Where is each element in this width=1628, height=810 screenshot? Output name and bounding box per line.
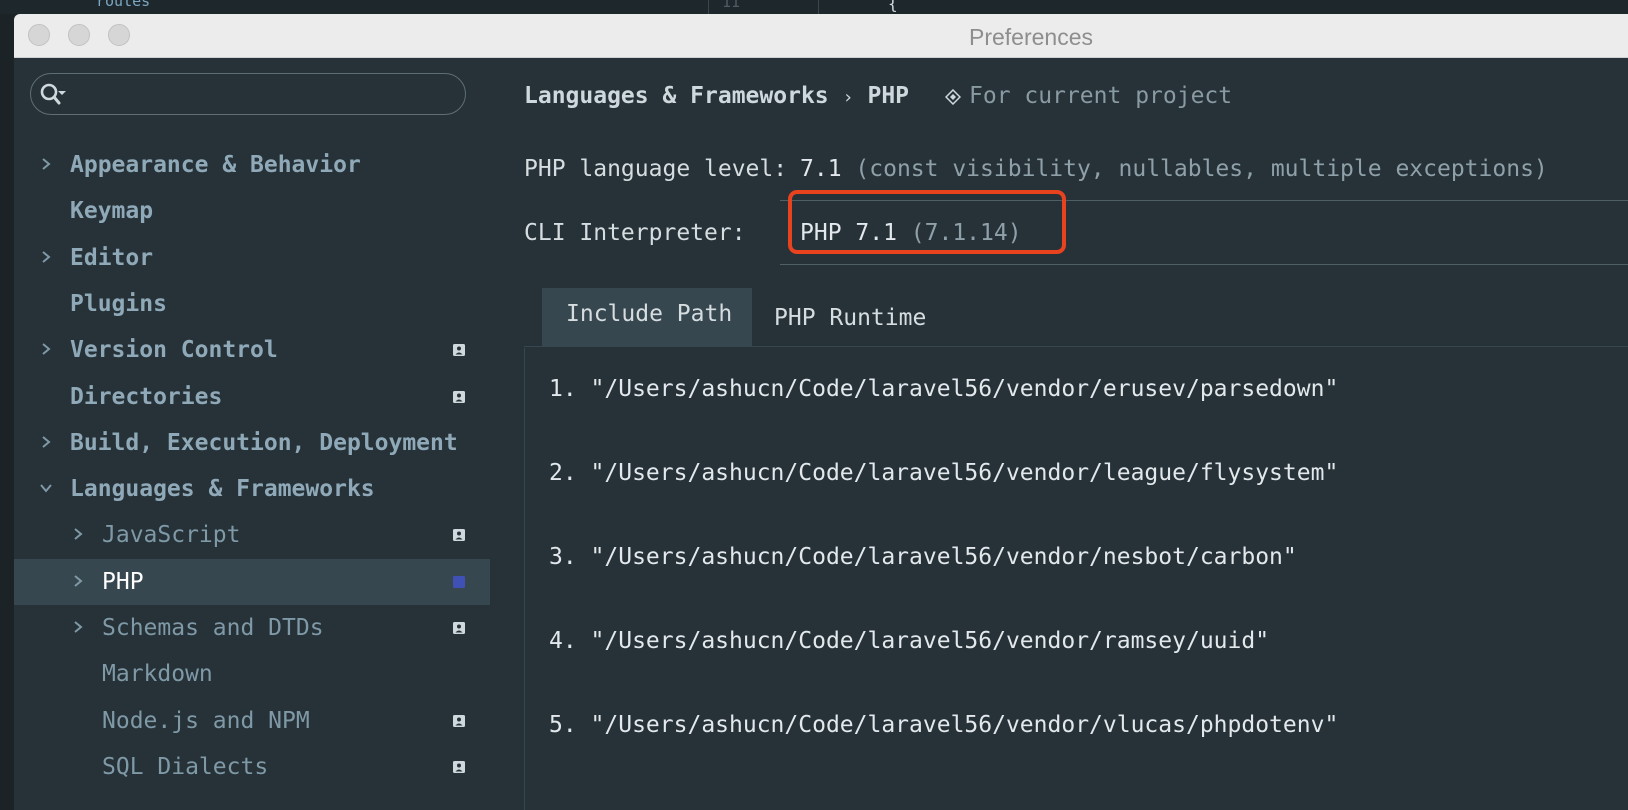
sidebar-item-label: SQL Dialects: [102, 753, 269, 780]
preferences-window: Preferences Appearance & Behavior Keymap E…: [14, 14, 1628, 810]
breadcrumb: Languages & Frameworks › PHP For current pr…: [524, 78, 1232, 114]
tabs-bar: Include Path PHP Runtime: [524, 288, 1628, 347]
sidebar-item-label: Languages & Frameworks: [70, 476, 375, 503]
sidebar-item-php[interactable]: PHP: [14, 558, 490, 605]
sidebar-item-editor[interactable]: Editor: [14, 235, 490, 281]
search-icon[interactable]: [39, 82, 67, 106]
cli-interpreter-underline: [780, 264, 1628, 265]
breadcrumb-current: PHP: [867, 83, 910, 109]
chevron-right-icon[interactable]: [40, 343, 52, 355]
sidebar-item-build-execution-deployment[interactable]: Build, Execution, Deployment: [14, 420, 490, 466]
language-level-select[interactable]: 7.1 (const visibility, nullables, multip…: [800, 156, 1548, 182]
sidebar-item-label: Markdown: [102, 661, 213, 688]
list-item[interactable]: 5. "/Users/ashucn/Code/laravel56/vendor/…: [549, 712, 1338, 738]
project-scope-icon: [945, 89, 962, 105]
include-path-list[interactable]: 1. "/Users/ashucn/Code/laravel56/vendor/…: [524, 348, 1628, 810]
chevron-right-icon[interactable]: [72, 574, 84, 587]
sidebar-item-version-control[interactable]: Version Control: [14, 327, 490, 373]
chevron-right-icon[interactable]: [72, 528, 84, 541]
cli-interpreter-highlight: [788, 190, 1066, 254]
project-level-icon: [453, 529, 465, 542]
scope-indicator: For current project: [945, 83, 1232, 109]
sidebar-item-label: Node.js and NPM: [102, 707, 310, 734]
tab-include-path-label: Include Path: [566, 301, 733, 327]
window-title: Preferences: [968, 24, 1093, 50]
sidebar-item-label: PHP: [102, 568, 144, 595]
list-item[interactable]: 4. "/Users/ashucn/Code/laravel56/vendor/…: [549, 628, 1269, 654]
tab-php-runtime-label: PHP Runtime: [774, 305, 927, 331]
breadcrumb-separator: ›: [842, 87, 854, 108]
sidebar-item-keymap[interactable]: Keymap: [14, 188, 490, 234]
sidebar-item-javascript[interactable]: JavaScript: [14, 512, 490, 558]
sidebar-item-label: Schemas and DTDs: [102, 615, 324, 641]
sidebar-item-schemas-and-dtds[interactable]: Schemas and DTDs: [14, 605, 490, 651]
sidebar-item-label: Appearance & Behavior: [70, 152, 361, 178]
list-item[interactable]: 1. "/Users/ashucn/Code/laravel56/vendor/…: [549, 376, 1338, 402]
sidebar-item-label: Version Control: [70, 337, 278, 364]
sidebar-item-node-js-and-npm[interactable]: Node.js and NPM: [14, 698, 490, 744]
gutter-divider-2: [818, 0, 819, 14]
tab-include-path[interactable]: Include Path: [542, 288, 752, 346]
list-item[interactable]: 2. "/Users/ashucn/Code/laravel56/vendor/…: [549, 460, 1338, 486]
sidebar-item-label: JavaScript: [102, 522, 241, 549]
search-input[interactable]: [30, 73, 466, 115]
project-level-icon: [453, 344, 465, 357]
project-level-icon: [453, 575, 465, 588]
background-editor: routes 11 {: [0, 0, 1628, 14]
settings-content: Languages & Frameworks › PHP For current pr…: [490, 58, 1628, 810]
sidebar-item-directories[interactable]: Directories: [14, 374, 490, 420]
cli-interpreter-label: CLI Interpreter:: [524, 220, 746, 246]
project-level-icon: [453, 390, 465, 403]
breadcrumb-parent[interactable]: Languages & Frameworks: [524, 83, 829, 109]
sidebar-item-label: Directories: [70, 383, 223, 410]
sidebar-item-label: Editor: [70, 244, 154, 271]
chevron-right-icon[interactable]: [40, 436, 52, 448]
sidebar-item-sql-dialects[interactable]: SQL Dialects: [14, 744, 490, 790]
project-level-icon: [453, 760, 465, 773]
sidebar-item-markdown[interactable]: Markdown: [14, 651, 490, 697]
code-brace: {: [888, 0, 898, 13]
sidebar-item-appearance-behavior[interactable]: Appearance & Behavior: [14, 142, 490, 188]
chevron-down-icon[interactable]: [40, 482, 52, 494]
language-level-value: 7.1: [800, 156, 842, 182]
sidebar-item-label: Keymap: [70, 198, 154, 225]
list-item[interactable]: 3. "/Users/ashucn/Code/laravel56/vendor/…: [549, 544, 1297, 570]
gutter-divider: [708, 0, 709, 14]
line-number: 11: [722, 0, 741, 11]
sidebar-item-plugins[interactable]: Plugins: [14, 281, 490, 327]
language-level-label: PHP language level:: [524, 156, 788, 182]
chevron-right-icon[interactable]: [40, 250, 52, 263]
tab-php-runtime[interactable]: PHP Runtime: [774, 288, 954, 346]
chevron-right-icon[interactable]: [72, 621, 84, 633]
sidebar-item-languages-frameworks[interactable]: Languages & Frameworks: [14, 466, 490, 512]
sidebar-item-label: Plugins: [70, 290, 167, 317]
chevron-right-icon[interactable]: [40, 158, 52, 170]
sidebar-item-label: Build, Execution, Deployment: [70, 429, 458, 456]
settings-sidebar: Appearance & Behavior Keymap Editor Plugins…: [14, 58, 490, 810]
scope-label: For current project: [969, 83, 1233, 109]
title-bar[interactable]: Preferences: [14, 14, 1628, 58]
language-level-description: (const visibility, nullables, multiple e…: [855, 156, 1548, 182]
folder-label: routes: [96, 0, 151, 10]
project-level-icon: [453, 622, 465, 634]
project-level-icon: [453, 714, 465, 727]
